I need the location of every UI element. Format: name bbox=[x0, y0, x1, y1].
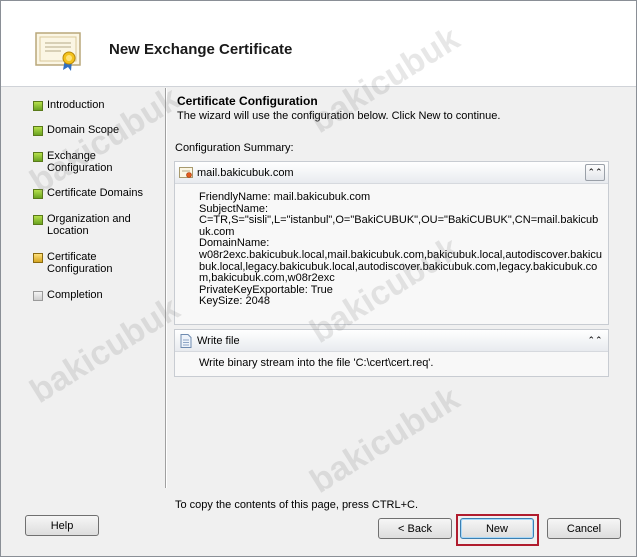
summary-label: Configuration Summary: bbox=[175, 142, 294, 154]
document-icon bbox=[180, 334, 192, 348]
chevron-up-double-icon: ⌃⌃ bbox=[587, 167, 603, 177]
copy-hint: To copy the contents of this page, press… bbox=[175, 499, 419, 511]
step-complete-icon bbox=[33, 126, 43, 136]
back-button[interactable]: < Back bbox=[378, 518, 452, 539]
panel-header: mail.bakicubuk.com ⌃⌃ bbox=[175, 162, 608, 184]
collapse-button[interactable]: ⌃⌃ bbox=[585, 164, 605, 181]
config-line: Write binary stream into the file 'C:\ce… bbox=[199, 357, 434, 369]
step-current-icon bbox=[33, 253, 43, 263]
config-line: w08r2exc.bakicubuk.local,mail.bakicubuk.… bbox=[199, 248, 602, 285]
nav-step-label: Certificate Domains bbox=[47, 187, 143, 199]
panel-body: Write binary stream into the file 'C:\ce… bbox=[199, 357, 603, 370]
collapse-button[interactable]: ⌃⌃ bbox=[585, 332, 605, 349]
nav-step-label: Organization and Location bbox=[47, 213, 131, 237]
nav-step-label: Domain Scope bbox=[47, 124, 120, 136]
nav-step-label: Exchange Configuration bbox=[47, 150, 113, 174]
nav-step-label: Introduction bbox=[47, 99, 105, 111]
summary-panel-write-file: Write file ⌃⌃ Write binary stream into t… bbox=[174, 329, 609, 377]
config-line: FriendlyName: mail.bakicubuk.com bbox=[199, 191, 371, 203]
nav-step-label: Completion bbox=[47, 289, 103, 301]
new-button[interactable]: New bbox=[460, 518, 534, 539]
chevron-up-double-icon: ⌃⌃ bbox=[587, 335, 603, 345]
section-title: Certificate Configuration bbox=[177, 94, 318, 108]
help-button[interactable]: Help bbox=[25, 515, 99, 536]
wizard-window: New Exchange Certificate Introduction Do… bbox=[0, 0, 637, 557]
certificate-icon bbox=[35, 32, 81, 71]
panel-body: FriendlyName: mail.bakicubuk.com Subject… bbox=[199, 191, 603, 308]
panel-title: Write file bbox=[197, 335, 240, 347]
nav-divider bbox=[165, 88, 167, 488]
wizard-header: New Exchange Certificate bbox=[1, 1, 636, 87]
watermark: bakicubuk bbox=[303, 379, 467, 501]
step-complete-icon bbox=[33, 189, 43, 199]
cancel-button[interactable]: Cancel bbox=[547, 518, 621, 539]
panel-header: Write file ⌃⌃ bbox=[175, 330, 608, 352]
wizard-steps-nav: Introduction Domain Scope Exchange Confi… bbox=[1, 88, 165, 488]
step-pending-icon bbox=[33, 291, 43, 301]
certificate-icon bbox=[179, 167, 193, 178]
panel-title: mail.bakicubuk.com bbox=[197, 167, 294, 179]
step-complete-icon bbox=[33, 215, 43, 225]
nav-step-label: Certificate Configuration bbox=[47, 251, 113, 275]
config-line: C=TR,S="sisli",L="istanbul",O="BakiCUBUK… bbox=[199, 214, 599, 238]
step-complete-icon bbox=[33, 152, 43, 162]
wizard-title: New Exchange Certificate bbox=[109, 41, 293, 58]
section-description: The wizard will use the configuration be… bbox=[177, 110, 501, 122]
step-complete-icon bbox=[33, 101, 43, 111]
summary-panel-certificate: mail.bakicubuk.com ⌃⌃ FriendlyName: mail… bbox=[174, 161, 609, 325]
config-line: KeySize: 2048 bbox=[199, 295, 270, 308]
